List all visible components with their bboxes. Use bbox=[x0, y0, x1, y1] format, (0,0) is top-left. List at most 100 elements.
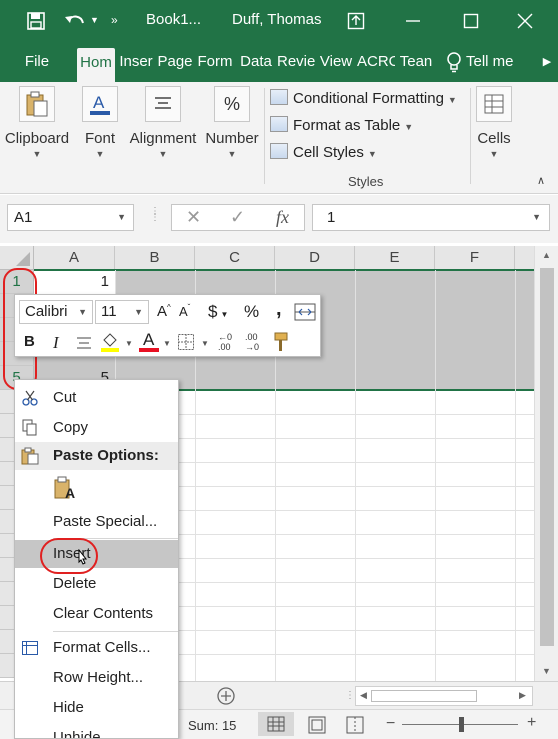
zoom-in-icon[interactable]: + bbox=[527, 714, 536, 732]
number-group-button[interactable]: % Number ▼ bbox=[204, 82, 260, 159]
maximize-icon[interactable] bbox=[462, 12, 480, 30]
increase-decimal-icon[interactable]: ←0.00 bbox=[218, 332, 232, 352]
chevron-down-icon[interactable]: ▼ bbox=[125, 339, 133, 348]
fill-color-icon[interactable] bbox=[99, 331, 121, 353]
accounting-format-button[interactable]: $ ▼ bbox=[208, 302, 228, 322]
insert-function-button[interactable]: fx bbox=[276, 207, 289, 228]
minimize-icon[interactable] bbox=[404, 12, 422, 30]
formula-bar-grip-icon[interactable]: ⋮ ⋮ bbox=[150, 207, 160, 223]
select-all-corner[interactable] bbox=[0, 246, 34, 270]
decrease-font-size-button[interactable]: Aˇ bbox=[179, 303, 190, 320]
page-layout-view-icon[interactable] bbox=[306, 715, 328, 735]
chevron-down-icon[interactable]: ▼ bbox=[532, 205, 541, 230]
chevron-down-icon[interactable]: ▼ bbox=[163, 339, 171, 348]
cancel-icon[interactable]: ✕ bbox=[186, 207, 201, 228]
format-painter-icon[interactable] bbox=[271, 331, 291, 353]
scroll-right-icon[interactable]: ▶ bbox=[519, 690, 526, 701]
tab-view[interactable]: View bbox=[317, 42, 355, 82]
conditional-formatting-button[interactable]: Conditional Formatting ▼ bbox=[270, 89, 457, 107]
font-color-button[interactable]: A bbox=[139, 330, 159, 354]
paste-values-button[interactable]: A bbox=[51, 475, 81, 505]
paste-options-header: Paste Options: bbox=[15, 442, 178, 470]
borders-icon[interactable] bbox=[177, 333, 195, 351]
status-sum[interactable]: Sum: 15 bbox=[188, 718, 236, 733]
tab-file[interactable]: File bbox=[14, 42, 60, 82]
align-center-icon[interactable] bbox=[75, 335, 93, 351]
menu-item-hide[interactable]: Hide bbox=[15, 694, 178, 722]
vertical-scrollbar[interactable]: ▲ ▼ bbox=[534, 246, 558, 681]
scroll-left-icon[interactable]: ◀ bbox=[360, 690, 367, 701]
chevron-down-icon[interactable]: ▼ bbox=[134, 301, 143, 323]
horizontal-scroll-thumb[interactable] bbox=[371, 690, 477, 702]
column-header-f[interactable]: F bbox=[435, 246, 515, 270]
tab-review[interactable]: Revie bbox=[277, 42, 315, 82]
sheet-bar-splitter[interactable]: ⋮ bbox=[345, 690, 355, 701]
cells-group-button[interactable]: Cells ▼ bbox=[474, 82, 514, 159]
menu-item-clear-contents[interactable]: Clear Contents bbox=[15, 600, 178, 628]
zoom-slider-thumb[interactable] bbox=[459, 717, 464, 732]
user-name[interactable]: Duff, Thomas bbox=[232, 11, 322, 28]
tab-scroll-right-icon[interactable]: ▶ bbox=[540, 42, 554, 82]
format-as-table-button[interactable]: Format as Table ▼ bbox=[270, 116, 413, 134]
column-header-d[interactable]: D bbox=[275, 246, 355, 270]
increase-font-size-button[interactable]: A^ bbox=[157, 303, 171, 320]
save-icon[interactable] bbox=[26, 11, 46, 31]
tab-acrobat[interactable]: ACRO bbox=[357, 42, 395, 82]
grid-line bbox=[435, 270, 436, 681]
scroll-up-icon[interactable]: ▲ bbox=[542, 250, 551, 260]
horizontal-scrollbar[interactable]: ◀ ▶ bbox=[355, 686, 533, 706]
merge-center-icon[interactable] bbox=[294, 303, 316, 321]
percent-style-button[interactable]: % bbox=[244, 302, 259, 322]
zoom-out-icon[interactable]: − bbox=[386, 715, 395, 733]
menu-item-delete[interactable]: Delete bbox=[15, 570, 178, 598]
column-header-g[interactable] bbox=[515, 246, 534, 270]
menu-item-paste-special[interactable]: Paste Special... bbox=[15, 508, 178, 536]
ribbon-display-options-icon[interactable] bbox=[347, 12, 365, 30]
column-header-a[interactable]: A bbox=[34, 246, 115, 270]
font-size-box[interactable]: 11 ▼ bbox=[95, 300, 149, 324]
menu-item-row-height[interactable]: Row Height... bbox=[15, 664, 178, 692]
comma-style-button[interactable]: , bbox=[276, 298, 282, 321]
scroll-down-icon[interactable]: ▼ bbox=[542, 666, 551, 676]
menu-item-cut[interactable]: Cut bbox=[15, 384, 178, 412]
menu-item-copy[interactable]: Copy bbox=[15, 414, 178, 442]
tab-home[interactable]: Hom bbox=[77, 48, 115, 82]
tab-data[interactable]: Data bbox=[237, 42, 275, 82]
more-commands-icon[interactable]: » bbox=[111, 13, 118, 27]
alignment-group-button[interactable]: Alignment ▼ bbox=[128, 82, 198, 159]
tab-team[interactable]: Tean bbox=[397, 42, 435, 82]
decrease-decimal-icon[interactable]: .00 →0 bbox=[245, 332, 259, 352]
chevron-down-icon[interactable]: ▼ bbox=[220, 310, 228, 319]
page-break-preview-icon[interactable] bbox=[344, 715, 366, 735]
cell-styles-button[interactable]: Cell Styles ▼ bbox=[270, 143, 377, 161]
clipboard-group-button[interactable]: Clipboard ▼ bbox=[2, 82, 72, 159]
column-header-c[interactable]: C bbox=[195, 246, 275, 270]
vertical-scroll-thumb[interactable] bbox=[540, 268, 554, 646]
chevron-down-icon[interactable]: ▼ bbox=[78, 301, 87, 323]
tell-me-box[interactable]: Tell me bbox=[466, 42, 522, 82]
undo-icon[interactable] bbox=[63, 11, 87, 31]
new-sheet-icon[interactable] bbox=[216, 686, 236, 706]
tab-page-layout[interactable]: Page bbox=[157, 42, 193, 82]
menu-item-unhide[interactable]: Unhide bbox=[15, 724, 178, 738]
grow-font-letter: A bbox=[157, 303, 168, 320]
italic-button[interactable]: I bbox=[53, 333, 59, 353]
tab-formulas[interactable]: Form bbox=[197, 42, 233, 82]
chevron-down-icon[interactable]: ▼ bbox=[117, 205, 126, 230]
normal-view-button[interactable] bbox=[258, 712, 294, 736]
collapse-ribbon-icon[interactable]: ∧ bbox=[537, 174, 545, 187]
name-box[interactable]: A1 ▼ bbox=[7, 204, 134, 231]
close-icon[interactable] bbox=[516, 12, 534, 30]
column-header-b[interactable]: B bbox=[115, 246, 195, 270]
bold-button[interactable]: B bbox=[24, 333, 35, 350]
cell-a1[interactable]: 1 bbox=[34, 271, 115, 293]
chevron-down-icon[interactable]: ▼ bbox=[201, 339, 209, 348]
undo-dropdown-icon[interactable]: ▼ bbox=[90, 15, 99, 25]
enter-icon[interactable]: ✓ bbox=[230, 207, 245, 228]
menu-item-format-cells[interactable]: Format Cells... bbox=[15, 634, 178, 662]
tab-insert[interactable]: Inser bbox=[117, 42, 155, 82]
font-name-box[interactable]: Calibri ▼ bbox=[19, 300, 93, 324]
formula-input[interactable]: 1 ▼ bbox=[312, 204, 550, 231]
font-group-button[interactable]: A Font ▼ bbox=[78, 82, 122, 159]
column-header-e[interactable]: E bbox=[355, 246, 435, 270]
